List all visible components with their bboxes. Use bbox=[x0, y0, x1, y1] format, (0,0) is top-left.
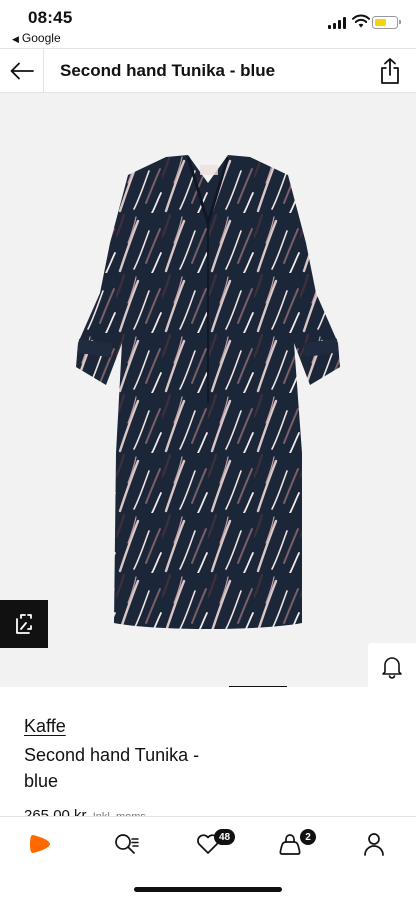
battery-icon bbox=[372, 16, 401, 29]
nav-bag[interactable]: 2 bbox=[268, 827, 316, 861]
back-app-label: Google bbox=[21, 31, 61, 45]
arrow-left-icon bbox=[10, 62, 34, 80]
status-bar: 08:45 ◀ Google bbox=[0, 0, 416, 48]
bag-count-badge: 2 bbox=[300, 829, 316, 845]
gallery-page-indicator bbox=[229, 686, 287, 687]
wifi-icon bbox=[352, 14, 370, 28]
find-similar-button[interactable] bbox=[0, 600, 48, 648]
back-triangle-icon: ◀ bbox=[12, 34, 19, 44]
bottom-navigation: 48 2 bbox=[0, 816, 416, 900]
product-name: Second hand Tunika - blue bbox=[24, 745, 200, 791]
shopping-bag-icon bbox=[279, 834, 301, 855]
product-image[interactable] bbox=[70, 153, 346, 633]
status-time: 08:45 bbox=[28, 8, 73, 27]
find-similar-icon bbox=[16, 614, 32, 634]
brand-logo-icon bbox=[30, 835, 50, 853]
back-to-app-link[interactable]: ◀ Google bbox=[12, 31, 61, 45]
cellular-signal-icon bbox=[328, 17, 348, 29]
share-button[interactable] bbox=[378, 57, 402, 85]
user-icon bbox=[364, 833, 384, 856]
product-image-gallery[interactable] bbox=[0, 93, 416, 687]
brand-link[interactable]: Kaffe bbox=[24, 716, 66, 737]
nav-wishlist[interactable]: 48 bbox=[186, 827, 236, 861]
nav-search[interactable] bbox=[104, 827, 148, 861]
search-icon bbox=[115, 834, 139, 854]
nav-account[interactable] bbox=[352, 827, 396, 861]
nav-home[interactable] bbox=[19, 827, 63, 861]
page-title: Second hand Tunika - blue bbox=[60, 61, 276, 80]
share-icon bbox=[381, 58, 399, 84]
home-indicator bbox=[134, 887, 282, 892]
back-button[interactable] bbox=[0, 49, 44, 93]
stock-alert-button[interactable] bbox=[368, 643, 416, 687]
top-app-bar: Second hand Tunika - blue bbox=[0, 48, 416, 93]
wishlist-count-badge: 48 bbox=[214, 829, 236, 845]
bell-icon bbox=[382, 657, 402, 679]
